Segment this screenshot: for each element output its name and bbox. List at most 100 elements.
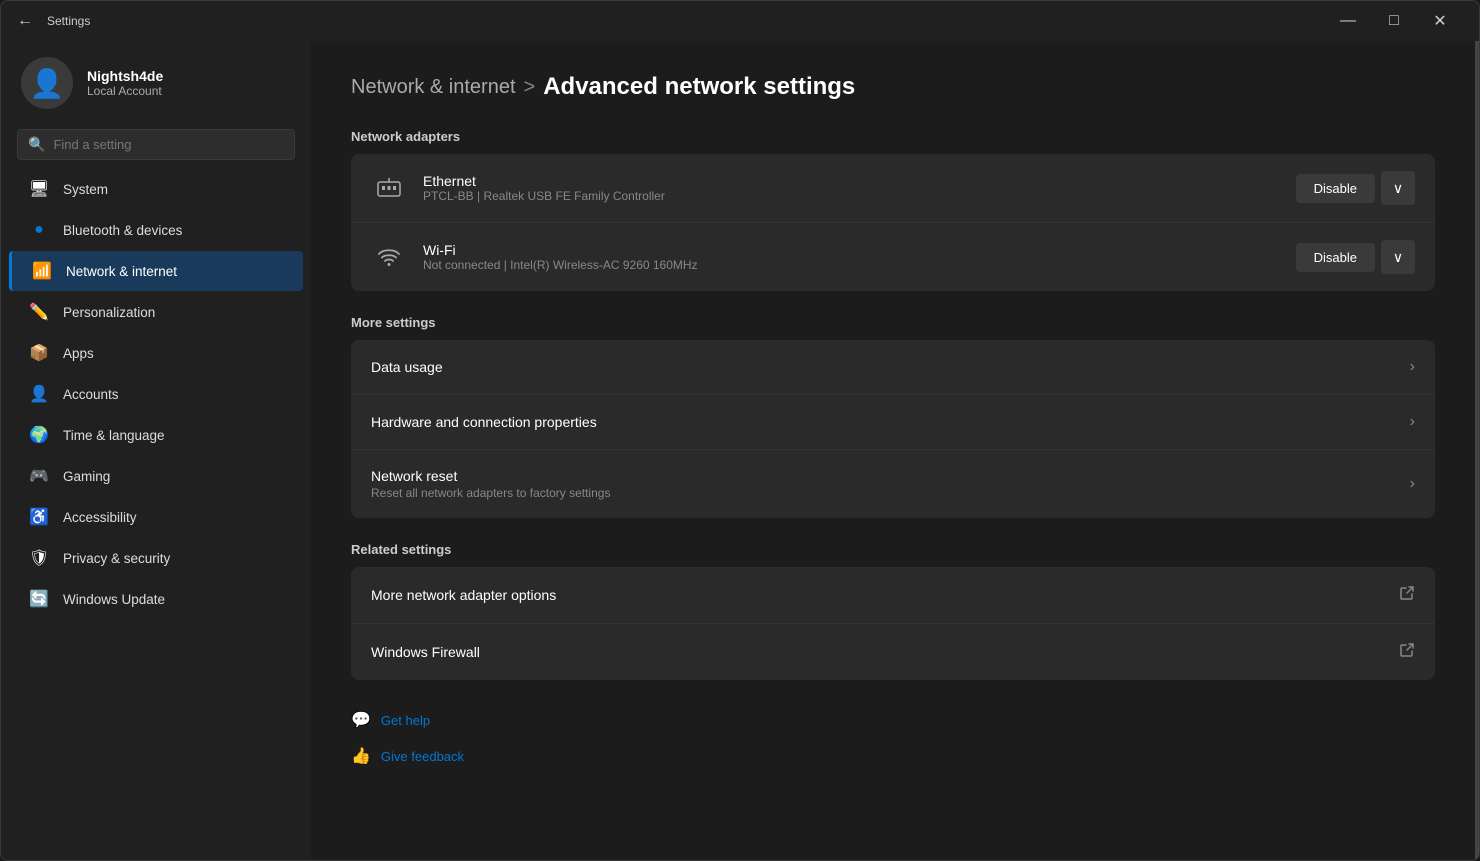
sidebar-item-time[interactable]: 🌍 Time & language (9, 415, 303, 455)
settings-window: ← Settings — □ ✕ 👤 Nightsh4de Local Acco… (0, 0, 1480, 861)
give-feedback-link[interactable]: 👍 Give feedback (351, 740, 1435, 772)
sidebar-item-label: Personalization (63, 305, 155, 320)
sidebar-item-gaming[interactable]: 🎮 Gaming (9, 456, 303, 496)
sidebar-item-accessibility[interactable]: ♿ Accessibility (9, 497, 303, 537)
sidebar-item-privacy[interactable]: 🛡 Privacy & security (9, 538, 303, 578)
search-box[interactable]: 🔍 (17, 129, 295, 160)
more-adapter-external-icon (1399, 585, 1415, 605)
breadcrumb: Network & internet > Advanced network se… (351, 73, 1435, 101)
close-button[interactable]: ✕ (1417, 5, 1463, 37)
content-area: 👤 Nightsh4de Local Account 🔍 🖥 System (1, 41, 1479, 860)
minimize-button[interactable]: — (1325, 5, 1371, 37)
hardware-properties-name: Hardware and connection properties (371, 414, 1394, 430)
sidebar-item-label: Time & language (63, 428, 165, 443)
related-settings-card: More network adapter options Windows Fir… (351, 567, 1435, 680)
ethernet-expand-button[interactable]: ∨ (1381, 171, 1415, 205)
network-adapters-card: Ethernet PTCL-BB | Realtek USB FE Family… (351, 154, 1435, 291)
network-icon: 📶 (32, 261, 52, 281)
sidebar-item-apps[interactable]: 📦 Apps (9, 333, 303, 373)
wifi-disable-button[interactable]: Disable (1296, 243, 1375, 272)
give-feedback-label: Give feedback (381, 749, 464, 764)
windows-firewall-item[interactable]: Windows Firewall (351, 624, 1435, 680)
window-controls: — □ ✕ (1325, 5, 1463, 37)
back-icon[interactable]: ← (17, 12, 33, 30)
sidebar-item-system[interactable]: 🖥 System (9, 169, 303, 209)
bluetooth-icon: ● (29, 220, 49, 240)
ethernet-adapter-item[interactable]: Ethernet PTCL-BB | Realtek USB FE Family… (351, 154, 1435, 223)
windows-firewall-external-icon (1399, 642, 1415, 662)
maximize-button[interactable]: □ (1371, 5, 1417, 37)
data-usage-name: Data usage (371, 359, 1394, 375)
accessibility-icon: ♿ (29, 507, 49, 527)
sidebar-item-label: Accounts (63, 387, 119, 402)
more-settings-title: More settings (351, 315, 1435, 330)
scroll-indicator (1475, 41, 1479, 860)
main-content: Network & internet > Advanced network se… (311, 41, 1475, 860)
network-reset-desc: Reset all network adapters to factory se… (371, 486, 1394, 500)
titlebar: ← Settings — □ ✕ (1, 1, 1479, 41)
apps-icon: 📦 (29, 343, 49, 363)
data-usage-chevron: › (1410, 358, 1415, 376)
breadcrumb-current: Advanced network settings (543, 73, 855, 101)
user-profile[interactable]: 👤 Nightsh4de Local Account (1, 41, 311, 125)
ethernet-desc: PTCL-BB | Realtek USB FE Family Controll… (423, 189, 1280, 203)
sidebar: 👤 Nightsh4de Local Account 🔍 🖥 System (1, 41, 311, 860)
privacy-icon: 🛡 (29, 548, 49, 568)
data-usage-text: Data usage (371, 359, 1394, 375)
ethernet-disable-button[interactable]: Disable (1296, 174, 1375, 203)
network-reset-text: Network reset Reset all network adapters… (371, 468, 1394, 500)
nav-items: 🖥 System ● Bluetooth & devices 📶 Network… (1, 168, 311, 860)
wifi-expand-button[interactable]: ∨ (1381, 240, 1415, 274)
related-settings-title: Related settings (351, 542, 1435, 557)
username: Nightsh4de (87, 68, 163, 84)
sidebar-item-label: Bluetooth & devices (63, 223, 182, 238)
wifi-desc: Not connected | Intel(R) Wireless-AC 926… (423, 258, 1280, 272)
titlebar-title: Settings (47, 14, 90, 28)
wifi-adapter-item[interactable]: Wi-Fi Not connected | Intel(R) Wireless-… (351, 223, 1435, 291)
breadcrumb-separator: > (524, 76, 536, 99)
get-help-icon: 💬 (351, 710, 371, 730)
bottom-links: 💬 Get help 👍 Give feedback (351, 704, 1435, 772)
get-help-label: Get help (381, 713, 430, 728)
data-usage-item[interactable]: Data usage › (351, 340, 1435, 395)
user-info: Nightsh4de Local Account (87, 68, 163, 98)
sidebar-item-accounts[interactable]: 👤 Accounts (9, 374, 303, 414)
breadcrumb-parent[interactable]: Network & internet (351, 76, 516, 99)
hardware-properties-chevron: › (1410, 413, 1415, 431)
network-reset-name: Network reset (371, 468, 1394, 484)
accounts-icon: 👤 (29, 384, 49, 404)
ethernet-icon (371, 170, 407, 206)
sidebar-item-update[interactable]: 🔄 Windows Update (9, 579, 303, 619)
search-icon: 🔍 (28, 136, 45, 153)
sidebar-item-personalization[interactable]: ✏️ Personalization (9, 292, 303, 332)
sidebar-item-label: Windows Update (63, 592, 165, 607)
more-adapter-options-name: More network adapter options (371, 587, 1383, 603)
hardware-properties-text: Hardware and connection properties (371, 414, 1394, 430)
network-reset-item[interactable]: Network reset Reset all network adapters… (351, 450, 1435, 518)
get-help-link[interactable]: 💬 Get help (351, 704, 1435, 736)
give-feedback-icon: 👍 (351, 746, 371, 766)
sidebar-item-label: Privacy & security (63, 551, 170, 566)
sidebar-item-bluetooth[interactable]: ● Bluetooth & devices (9, 210, 303, 250)
avatar-icon: 👤 (30, 67, 65, 100)
wifi-name: Wi-Fi (423, 242, 1280, 258)
sidebar-item-label: Network & internet (66, 264, 177, 279)
sidebar-item-label: System (63, 182, 108, 197)
wifi-icon (371, 239, 407, 275)
more-settings-card: Data usage › Hardware and connection pro… (351, 340, 1435, 518)
search-input[interactable] (53, 137, 284, 152)
sidebar-item-network[interactable]: 📶 Network & internet (9, 251, 303, 291)
ethernet-actions: Disable ∨ (1296, 171, 1415, 205)
more-adapter-options-item[interactable]: More network adapter options (351, 567, 1435, 624)
windows-firewall-name: Windows Firewall (371, 644, 1383, 660)
wifi-actions: Disable ∨ (1296, 240, 1415, 274)
network-adapters-title: Network adapters (351, 129, 1435, 144)
ethernet-info: Ethernet PTCL-BB | Realtek USB FE Family… (423, 173, 1280, 203)
sidebar-item-label: Accessibility (63, 510, 137, 525)
more-adapter-options-text: More network adapter options (371, 587, 1383, 603)
hardware-properties-item[interactable]: Hardware and connection properties › (351, 395, 1435, 450)
system-icon: 🖥 (29, 179, 49, 199)
network-reset-chevron: › (1410, 475, 1415, 493)
personalization-icon: ✏️ (29, 302, 49, 322)
account-type: Local Account (87, 84, 163, 98)
